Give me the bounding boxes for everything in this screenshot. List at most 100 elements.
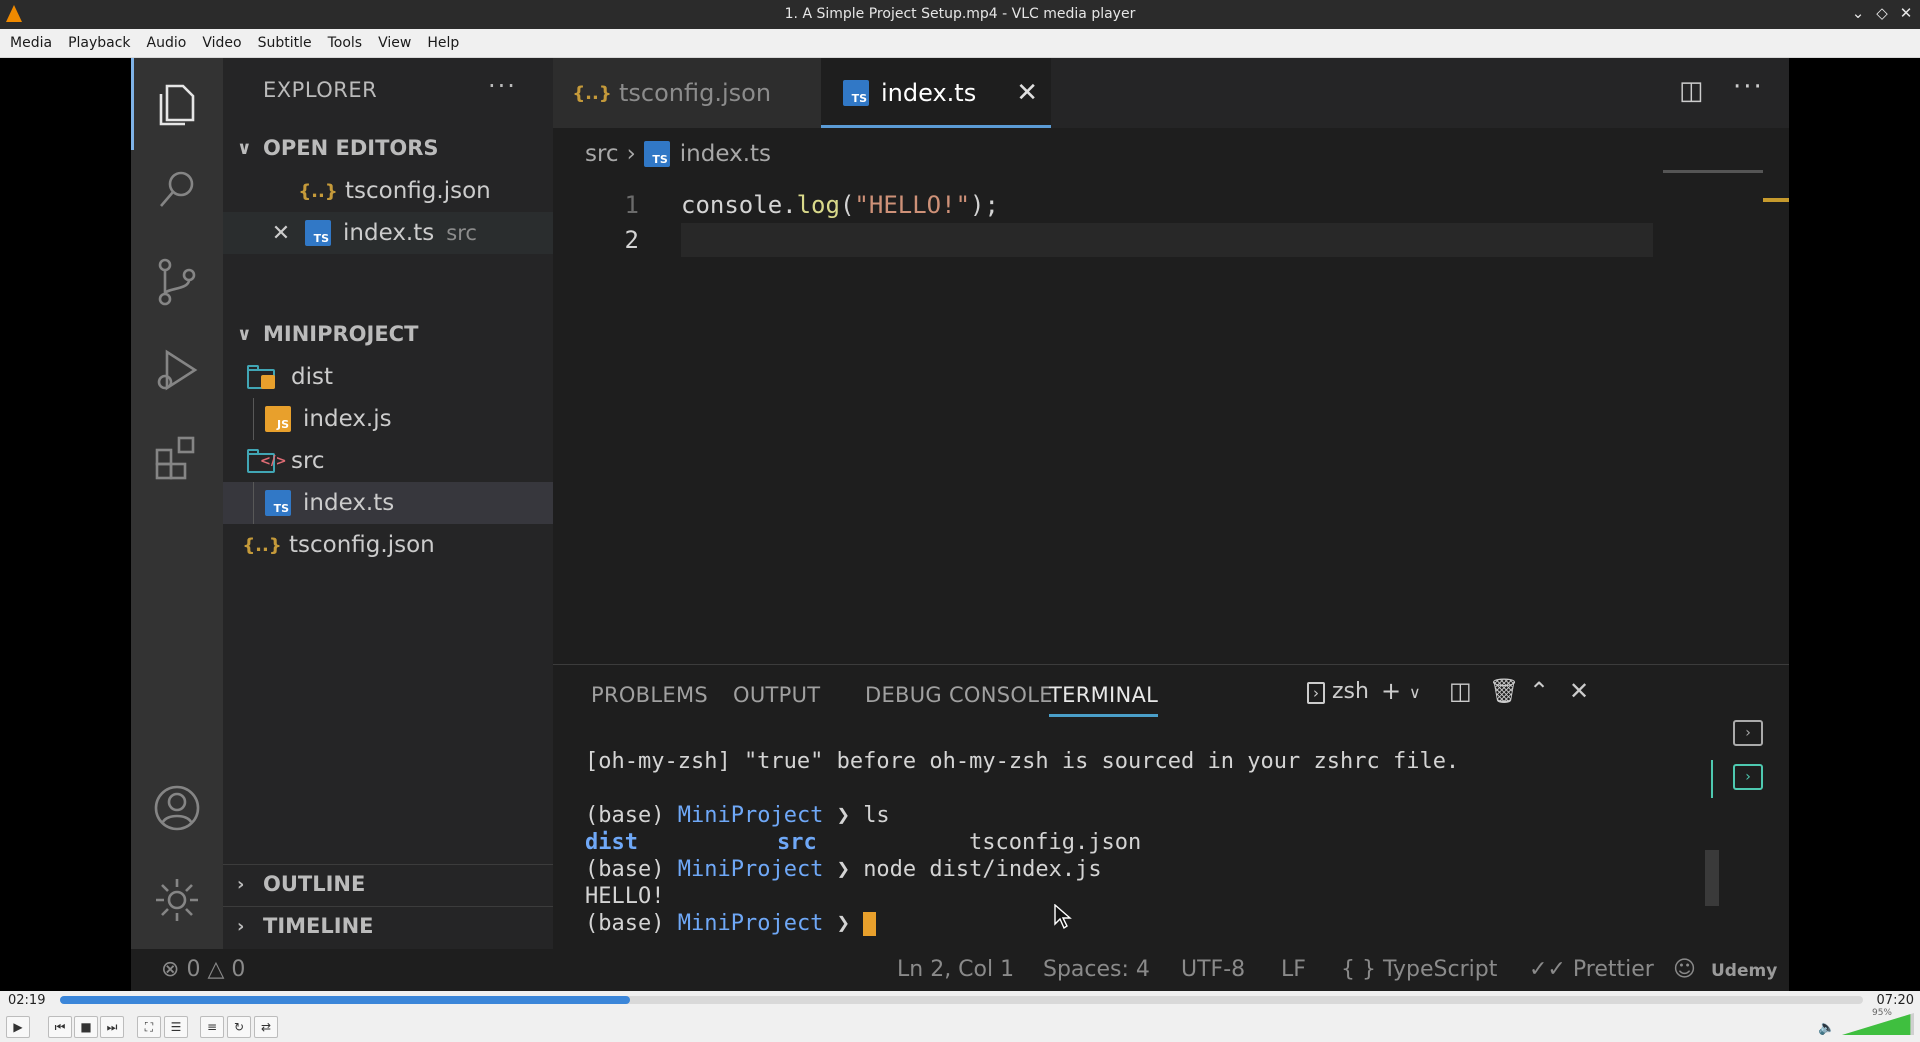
- total-time: 07:20: [1876, 993, 1914, 1008]
- close-tab-icon[interactable]: ✕: [1016, 78, 1038, 108]
- file-name: index.ts: [303, 490, 395, 516]
- speaker-icon[interactable]: 🔈: [1818, 1020, 1835, 1036]
- menu-tools[interactable]: Tools: [320, 35, 371, 51]
- tab-index-ts[interactable]: TS index.ts ✕: [821, 58, 1051, 128]
- panel-tab-problems[interactable]: PROBLEMS: [591, 683, 708, 707]
- minimize-icon[interactable]: ⌄: [1848, 4, 1868, 22]
- menu-video[interactable]: Video: [194, 35, 249, 51]
- encoding[interactable]: UTF-8: [1181, 957, 1245, 982]
- more-actions-icon[interactable]: ···: [1733, 72, 1764, 102]
- new-terminal-icon[interactable]: +: [1381, 677, 1401, 705]
- source-control-icon[interactable]: [149, 254, 205, 310]
- menu-media[interactable]: Media: [2, 35, 60, 51]
- next-button[interactable]: ⏭: [100, 1016, 124, 1038]
- tree-file-index-js[interactable]: JS index.js: [223, 398, 553, 440]
- folder-name: src: [291, 448, 325, 474]
- more-actions-icon[interactable]: ···: [488, 72, 517, 100]
- outline-section[interactable]: › OUTLINE: [237, 872, 365, 896]
- panel-tab-output[interactable]: OUTPUT: [733, 683, 820, 707]
- search-icon[interactable]: [149, 162, 205, 218]
- terminal-shell-selector[interactable]: › zsh: [1307, 679, 1369, 704]
- chevron-right-icon: ›: [237, 873, 245, 895]
- split-terminal-icon[interactable]: ◫: [1449, 677, 1472, 705]
- video-area[interactable]: EXPLORER ··· ∨ OPEN EDITORS {..} tsconfi…: [0, 58, 1920, 991]
- menu-audio[interactable]: Audio: [139, 35, 195, 51]
- loop-button[interactable]: ↻: [227, 1016, 251, 1038]
- tree-folder-dist[interactable]: dist: [223, 356, 553, 398]
- elapsed-time: 02:19: [8, 993, 46, 1008]
- line-number: 2: [624, 226, 639, 254]
- terminal-list: › ›: [1711, 720, 1789, 950]
- minimap[interactable]: [1663, 170, 1763, 173]
- accounts-icon[interactable]: [149, 780, 205, 836]
- shuffle-button[interactable]: ⇄: [254, 1016, 278, 1038]
- fullscreen-button[interactable]: ⛶: [137, 1016, 161, 1038]
- terminal-line: (base) MiniProject ❯: [585, 911, 877, 938]
- open-editor-item[interactable]: ✕ TS index.ts src: [223, 212, 553, 254]
- chevron-down-icon[interactable]: ∨: [1409, 683, 1421, 702]
- json-file-icon: {..}: [242, 534, 282, 556]
- stop-button[interactable]: ■: [74, 1016, 98, 1038]
- menu-subtitle[interactable]: Subtitle: [250, 35, 320, 51]
- terminal-instance-icon[interactable]: ›: [1733, 764, 1763, 790]
- trash-icon[interactable]: 🗑: [1489, 677, 1519, 705]
- menu-help[interactable]: Help: [419, 35, 467, 51]
- terminal-scrollbar[interactable]: [1705, 850, 1719, 906]
- extended-settings-button[interactable]: ☰: [164, 1016, 188, 1038]
- terminal-icon: ›: [1307, 682, 1325, 704]
- volume-slider[interactable]: 95%: [1842, 1008, 1914, 1035]
- typescript-file-icon: TS: [305, 220, 331, 246]
- extensions-icon[interactable]: [149, 430, 205, 486]
- terminal-instance-icon[interactable]: ›: [1733, 720, 1763, 746]
- file-name: index.js: [303, 406, 392, 432]
- timeline-label: TIMELINE: [263, 914, 374, 938]
- close-editor-icon[interactable]: ✕: [267, 221, 295, 246]
- open-editors-section[interactable]: ∨ OPEN EDITORS: [237, 136, 439, 160]
- panel-tab-terminal[interactable]: TERMINAL: [1049, 683, 1159, 717]
- panel-tab-debug-console[interactable]: DEBUG CONSOLE: [865, 683, 1053, 707]
- close-panel-icon[interactable]: ✕: [1569, 677, 1589, 705]
- maximize-icon[interactable]: ◇: [1872, 4, 1892, 22]
- tab-tsconfig[interactable]: {..} tsconfig.json: [553, 58, 821, 128]
- terminal-line: src: [777, 830, 817, 855]
- error-icon: ⊗: [161, 957, 180, 982]
- play-button[interactable]: ▶: [6, 1016, 30, 1038]
- breadcrumb-folder[interactable]: src: [585, 141, 619, 167]
- menu-view[interactable]: View: [370, 35, 419, 51]
- problems-status[interactable]: ⊗ 0 △ 0: [161, 957, 245, 982]
- split-editor-icon[interactable]: ◫: [1679, 76, 1704, 106]
- seek-slider[interactable]: [60, 996, 1863, 1004]
- line-number: 1: [624, 191, 639, 219]
- open-editors-label: OPEN EDITORS: [263, 136, 439, 160]
- maximize-panel-icon[interactable]: ⌃: [1529, 677, 1549, 705]
- terminal-line: HELLO!: [585, 884, 665, 909]
- cursor-position[interactable]: Ln 2, Col 1: [897, 957, 1014, 982]
- explorer-files-icon[interactable]: [149, 76, 205, 132]
- timeline-section[interactable]: › TIMELINE: [237, 914, 374, 938]
- open-editor-item[interactable]: {..} tsconfig.json: [223, 170, 553, 212]
- run-debug-icon[interactable]: [149, 342, 205, 398]
- manage-gear-icon[interactable]: [149, 872, 205, 928]
- active-tab-indicator: [821, 125, 1051, 128]
- breadcrumb-file[interactable]: index.ts: [680, 141, 771, 167]
- project-section[interactable]: ∨ MINIPROJECT: [237, 322, 418, 346]
- section-divider: [223, 906, 553, 907]
- breadcrumb: src › TS index.ts: [585, 136, 771, 172]
- section-divider: [223, 864, 553, 865]
- indentation[interactable]: Spaces: 4: [1043, 957, 1150, 982]
- warning-icon: △: [207, 957, 225, 982]
- tree-file-tsconfig[interactable]: {..} tsconfig.json: [223, 524, 553, 566]
- language-mode[interactable]: { } TypeScript: [1341, 957, 1497, 982]
- open-editor-name: tsconfig.json: [345, 178, 491, 204]
- end-of-line[interactable]: LF: [1281, 957, 1306, 982]
- playlist-button[interactable]: ≡: [200, 1016, 224, 1038]
- previous-icon: ⏮: [54, 1019, 66, 1034]
- feedback-icon[interactable]: ☺: [1673, 957, 1696, 982]
- close-icon[interactable]: ✕: [1896, 4, 1916, 22]
- tree-folder-src[interactable]: </> src: [223, 440, 553, 482]
- menu-playback[interactable]: Playback: [60, 35, 138, 51]
- tree-file-index-ts[interactable]: TS index.ts: [223, 482, 553, 524]
- prettier-status[interactable]: ✓✓ Prettier: [1529, 957, 1654, 982]
- player-controls: 02:19 07:20 ▶ ⏮ ■ ⏭ ⛶ ☰ ≡ ↻ ⇄ 🔈 95%: [0, 991, 1920, 1042]
- previous-button[interactable]: ⏮: [48, 1016, 72, 1038]
